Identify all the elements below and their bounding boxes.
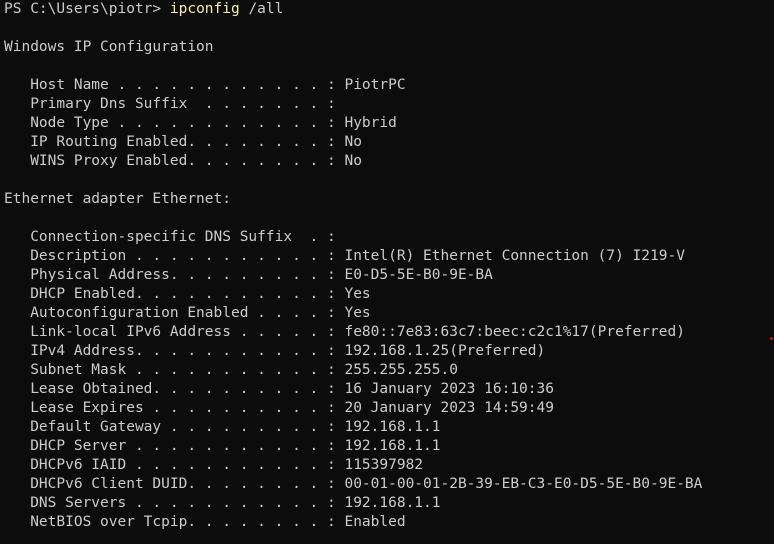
output-line: Primary Dns Suffix . . . . . . . : xyxy=(4,96,336,112)
output-line: Description . . . . . . . . . . . : Inte… xyxy=(4,248,685,264)
output-line: DHCPv6 Client DUID. . . . . . . . : 00-0… xyxy=(4,476,703,492)
output-line: Connection-specific DNS Suffix . : xyxy=(4,229,336,245)
output-line: NetBIOS over Tcpip. . . . . . . . : Enab… xyxy=(4,514,406,530)
output-line: Default Gateway . . . . . . . . . : 192.… xyxy=(4,419,441,435)
output-line: Ethernet adapter Ethernet: xyxy=(4,191,231,207)
output-line: Physical Address. . . . . . . . . : E0-D… xyxy=(4,267,493,283)
output-line: Lease Expires . . . . . . . . . . : 20 J… xyxy=(4,400,554,416)
prompt-line: PS C:\Users\piotr> ipconfig /all xyxy=(0,0,774,19)
prompt-prefix: PS C:\Users\piotr> xyxy=(4,1,170,17)
output-line: DHCP Enabled. . . . . . . . . . . : Yes xyxy=(4,286,371,302)
red-dot-marker xyxy=(770,337,773,340)
output-line: WINS Proxy Enabled. . . . . . . . : No xyxy=(4,153,362,169)
command-name: ipconfig xyxy=(169,1,240,17)
output-line: DNS Servers . . . . . . . . . . . : 192.… xyxy=(4,495,441,511)
output-line: Subnet Mask . . . . . . . . . . . : 255.… xyxy=(4,362,458,378)
output-line: DHCPv6 IAID . . . . . . . . . . . : 1153… xyxy=(4,457,424,473)
output-line: IP Routing Enabled. . . . . . . . : No xyxy=(4,134,362,150)
output-line: IPv4 Address. . . . . . . . . . . : 192.… xyxy=(4,343,546,359)
output-line: Link-local IPv6 Address . . . . . : fe80… xyxy=(4,324,685,340)
output-line: Node Type . . . . . . . . . . . . : Hybr… xyxy=(4,115,397,131)
output-line: Host Name . . . . . . . . . . . . : Piot… xyxy=(4,77,406,93)
output-line: Lease Obtained. . . . . . . . . . : 16 J… xyxy=(4,381,554,397)
output-line: DHCP Server . . . . . . . . . . . : 192.… xyxy=(4,438,441,454)
command-output: Windows IP Configuration Host Name . . .… xyxy=(0,19,774,532)
output-line: Windows IP Configuration xyxy=(4,39,214,55)
terminal-window[interactable]: PS C:\Users\piotr> ipconfig /all Windows… xyxy=(0,0,774,544)
output-line: Autoconfiguration Enabled . . . . : Yes xyxy=(4,305,371,321)
command-argument: /all xyxy=(239,1,284,17)
